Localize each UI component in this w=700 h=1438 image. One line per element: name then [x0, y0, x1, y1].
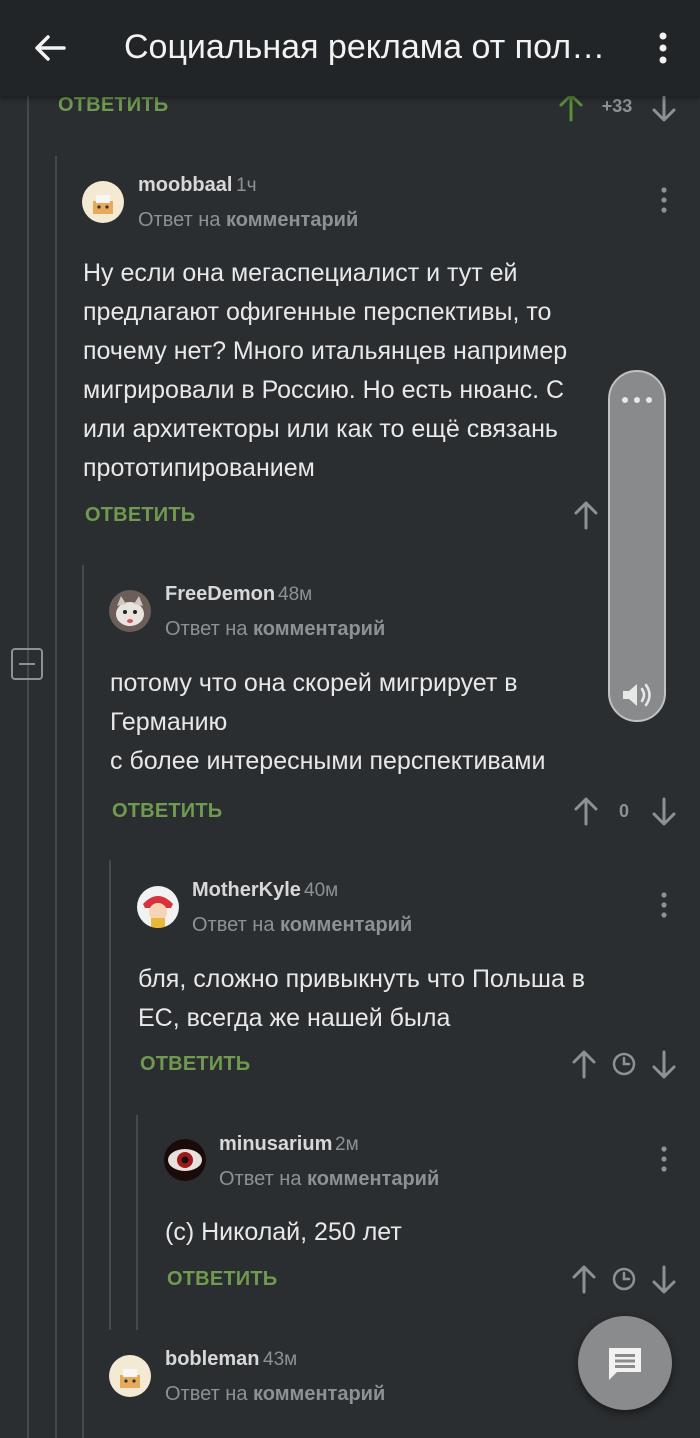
more-vertical-icon — [659, 32, 667, 64]
comment-body: потому что она скорей мигрирует в Герман… — [110, 664, 670, 781]
avatar[interactable] — [164, 1139, 206, 1181]
comment-icon — [609, 1348, 641, 1380]
downvote-icon[interactable] — [651, 1050, 677, 1080]
comment-time: 43м — [263, 1349, 298, 1370]
comment-author[interactable]: MotherKyle — [192, 879, 301, 902]
comment-line: Германию — [110, 708, 228, 736]
comment-line: предлагают офигенные перспективы, то — [83, 298, 552, 326]
downvote-icon[interactable] — [651, 1265, 677, 1295]
comment-time: 1ч — [236, 175, 257, 196]
avatar-image — [120, 1369, 140, 1388]
comment-line: (с) Николай, 250 лет — [165, 1218, 402, 1246]
back-button[interactable] — [28, 26, 72, 70]
reply-button[interactable]: ОТВЕТИТЬ — [140, 1053, 250, 1076]
reply-to-link[interactable]: комментарий — [253, 618, 385, 640]
thread-line-level-2 — [82, 565, 84, 1438]
reply-to-line: Ответ на комментарий — [219, 1168, 439, 1191]
comment-author[interactable]: moobbaal — [138, 174, 232, 197]
comment-body: (с) Николай, 250 лет — [165, 1213, 665, 1252]
avatar[interactable] — [109, 590, 151, 632]
reply-to-line: Ответ на комментарий — [165, 618, 385, 641]
write-comment-button[interactable] — [578, 1316, 672, 1410]
page-title: Социальная реклама от пол… — [124, 28, 606, 66]
reply-to-line: Ответ на комментарий — [165, 1383, 385, 1406]
comment-menu-icon[interactable] — [654, 185, 674, 215]
thread-line-level-1 — [55, 156, 57, 1438]
comment-line: или архитекторы или как то ещё связань — [83, 415, 558, 443]
comment-line: потому что она скорей мигрирует в — [110, 669, 518, 697]
reply-to-prefix: Ответ на — [219, 1168, 302, 1190]
upvote-icon[interactable] — [571, 1049, 597, 1079]
comment-menu-icon[interactable] — [654, 1144, 674, 1174]
reply-to-prefix: Ответ на — [192, 914, 275, 936]
comment-author[interactable]: minusarium — [219, 1133, 332, 1156]
comment-line: прототипированием — [83, 454, 315, 482]
upvote-icon[interactable] — [573, 796, 599, 826]
upvote-icon[interactable] — [571, 1264, 597, 1294]
reply-to-link[interactable]: комментарий — [307, 1168, 439, 1190]
comment-time: 2м — [335, 1134, 359, 1155]
avatar[interactable] — [82, 181, 124, 223]
comment-time: 40м — [304, 880, 339, 901]
collapse-thread-button[interactable] — [11, 648, 43, 680]
upvote-icon[interactable] — [558, 92, 584, 122]
arrow-left-icon — [35, 35, 66, 61]
comment-author[interactable]: bobleman — [165, 1348, 259, 1371]
downvote-icon[interactable] — [651, 93, 677, 123]
more-menu-button[interactable] — [648, 30, 678, 66]
reply-button[interactable]: ОТВЕТИТЬ — [112, 800, 222, 823]
reply-button[interactable]: ОТВЕТИТЬ — [167, 1268, 277, 1291]
comment-score: +33 — [601, 96, 633, 116]
comment-line: ЕС, всегда же нашей была — [138, 1004, 451, 1032]
reply-to-link[interactable]: комментарий — [253, 1383, 385, 1405]
reply-to-prefix: Ответ на — [165, 618, 248, 640]
avatar-image — [93, 195, 113, 214]
thread-line-level-4 — [136, 1115, 138, 1330]
comment-menu-icon[interactable] — [654, 890, 674, 920]
avatar[interactable] — [137, 886, 179, 928]
upvote-icon[interactable] — [573, 500, 599, 530]
app-header: Социальная реклама от пол… — [0, 0, 700, 96]
avatar[interactable] — [109, 1355, 151, 1397]
downvote-icon[interactable] — [651, 797, 677, 827]
reply-to-link[interactable]: комментарий — [226, 209, 358, 231]
comment-line: бля, сложно привыкнуть что Польша в — [138, 965, 586, 993]
comment-line: Ну если она мегаспециалист и тут ей — [83, 259, 518, 287]
reply-to-prefix: Ответ на — [138, 209, 221, 231]
avatar-image — [116, 596, 144, 626]
avatar-image — [143, 896, 173, 928]
comment-score: 0 — [618, 801, 629, 821]
reply-to-link[interactable]: комментарий — [280, 914, 412, 936]
comment-line: мигрировали в Россию. Но есть нюанс. С — [83, 376, 565, 404]
reply-to-line: Ответ на комментарий — [138, 209, 358, 232]
volume-panel[interactable] — [608, 370, 666, 722]
more-horizontal-icon[interactable] — [617, 392, 657, 408]
reply-to-prefix: Ответ на — [165, 1383, 248, 1405]
avatar-image — [168, 1149, 202, 1171]
volume-icon[interactable] — [620, 680, 656, 710]
comment-author[interactable]: FreeDemon — [165, 583, 275, 606]
reply-to-line: Ответ на комментарий — [192, 914, 412, 937]
reply-button[interactable]: ОТВЕТИТЬ — [85, 504, 195, 527]
comment-time: 48м — [278, 584, 313, 605]
clock-icon — [612, 1052, 636, 1076]
clock-icon — [612, 1267, 636, 1291]
thread-line-level-3 — [109, 860, 111, 1330]
comment-body: бля, сложно привыкнуть что Польша в ЕС, … — [138, 960, 678, 1038]
reply-button[interactable]: ОТВЕТИТЬ — [58, 94, 168, 117]
thread-line-level-0 — [27, 96, 29, 1438]
comment-line: почему нет? Много итальянцев например — [83, 337, 568, 365]
comment-line: с более интересными перспективами — [110, 747, 546, 775]
comment-body: Ну если она мегаспециалист и тут ей пред… — [83, 254, 613, 488]
